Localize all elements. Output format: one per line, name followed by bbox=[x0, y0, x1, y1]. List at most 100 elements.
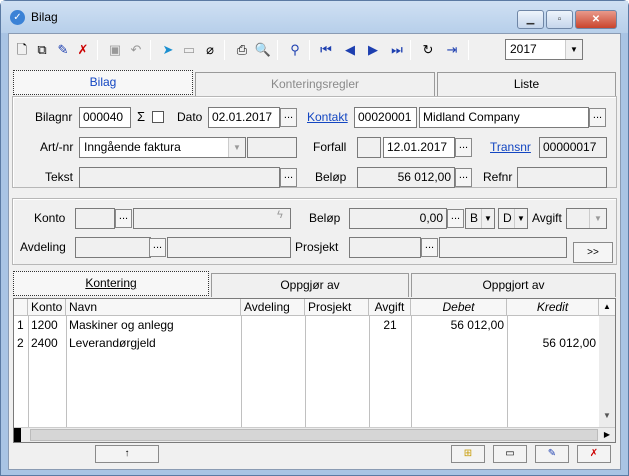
scroll-up-icon[interactable]: ▲ bbox=[599, 299, 615, 316]
col-konto[interactable]: Konto bbox=[28, 299, 66, 316]
scroll-left-icon[interactable] bbox=[14, 428, 21, 442]
d-select[interactable]: D ▼ bbox=[498, 208, 528, 229]
delete-row-icon[interactable]: ✗ bbox=[577, 445, 611, 463]
chevron-down-icon: ▼ bbox=[514, 209, 527, 228]
debet-cell bbox=[411, 335, 507, 352]
avdeling-lookup-button[interactable]: ... bbox=[149, 238, 166, 257]
belop-label: Beløp bbox=[315, 170, 347, 184]
edit-document-icon[interactable]: ✎ bbox=[53, 40, 73, 60]
transnr-link[interactable]: Transnr bbox=[490, 140, 531, 154]
tab-konteringsregler[interactable]: Konteringsregler bbox=[195, 72, 435, 96]
avgift-select[interactable]: ▼ bbox=[566, 208, 607, 229]
first-record-icon[interactable]: ⏮ bbox=[316, 40, 336, 60]
forfall-days-field bbox=[357, 137, 381, 158]
posting-belop-label: Beløp bbox=[309, 211, 341, 225]
exit-icon[interactable]: ⇥ bbox=[442, 40, 462, 60]
kontakt-id-field[interactable]: 00020001 bbox=[354, 107, 417, 128]
new-document-icon[interactable]: 🗋 bbox=[12, 40, 32, 60]
konto-cell: 1200 bbox=[31, 318, 58, 332]
save-icon[interactable]: ▣ bbox=[105, 40, 125, 60]
move-up-button[interactable]: ↑ bbox=[95, 445, 159, 463]
more-button[interactable]: >> bbox=[573, 242, 613, 263]
title-bar: ✓ Bilag ▁ ▫ ✕ bbox=[1, 1, 628, 33]
col-avdeling[interactable]: Avdeling bbox=[241, 299, 305, 316]
konto-lookup-button[interactable]: ... bbox=[115, 209, 132, 228]
tab-oppgjor-av[interactable]: Oppgjør av bbox=[211, 273, 409, 297]
kontakt-name-field[interactable]: Midland Company bbox=[419, 107, 589, 128]
posting-belop-field[interactable]: 0,00 bbox=[349, 208, 447, 229]
col-debet[interactable]: Debet bbox=[411, 299, 507, 316]
row-number: 2 bbox=[17, 336, 24, 350]
artnr-extra-field bbox=[247, 137, 297, 158]
chevron-down-icon: ▼ bbox=[589, 209, 606, 228]
tab-kontering[interactable]: Kontering bbox=[13, 271, 209, 296]
belop-calc-button[interactable]: ... bbox=[455, 168, 472, 187]
col-kredit[interactable]: Kredit bbox=[507, 299, 599, 316]
avdeling-field[interactable] bbox=[75, 237, 151, 258]
sum-checkbox[interactable] bbox=[152, 111, 164, 123]
year-value: 2017 bbox=[510, 42, 537, 56]
artnr-select[interactable]: Inngående faktura ▼ bbox=[79, 137, 246, 158]
refresh-icon[interactable]: ↻ bbox=[418, 40, 438, 60]
maximize-button[interactable]: ▫ bbox=[546, 10, 573, 29]
insert-row-icon[interactable]: ▭ bbox=[493, 445, 527, 463]
open-folder-icon[interactable]: ▭ bbox=[179, 40, 199, 60]
prosjekt-lookup-button[interactable]: ... bbox=[421, 238, 438, 257]
tekst-lookup-button[interactable]: ... bbox=[280, 168, 297, 187]
prosjekt-field[interactable] bbox=[349, 237, 421, 258]
scroll-down-icon[interactable]: ▼ bbox=[599, 407, 615, 424]
d-value: D bbox=[503, 211, 512, 225]
b-select[interactable]: B ▼ bbox=[465, 208, 495, 229]
tab-oppgjort-av[interactable]: Oppgjort av bbox=[411, 273, 616, 297]
b-value: B bbox=[470, 211, 479, 225]
window-title: Bilag bbox=[31, 10, 58, 24]
previous-record-icon[interactable]: ◀ bbox=[340, 40, 360, 60]
avgift-cell: 21 bbox=[383, 318, 397, 332]
bilagnr-field[interactable]: 000040 bbox=[79, 107, 131, 128]
tab-bilag[interactable]: Bilag bbox=[13, 70, 193, 95]
refnr-label: Refnr bbox=[483, 170, 513, 184]
forfall-picker-button[interactable]: ... bbox=[455, 138, 472, 157]
refnr-field[interactable] bbox=[517, 167, 607, 188]
edit-row-icon[interactable]: ✎ bbox=[535, 445, 569, 463]
print-preview-icon[interactable]: 🔍 bbox=[253, 40, 273, 60]
add-row-icon[interactable]: ⊞ bbox=[451, 445, 485, 463]
chevron-down-icon: ▼ bbox=[565, 40, 582, 59]
prosjekt-label: Prosjekt bbox=[295, 240, 339, 254]
scroll-right-icon[interactable]: ▶ bbox=[600, 428, 614, 442]
import-icon[interactable]: ➤ bbox=[158, 40, 178, 60]
search-icon[interactable]: ⚲ bbox=[285, 40, 305, 60]
artnr-value: Inngående faktura bbox=[84, 140, 181, 154]
attachment-icon[interactable]: ⌀ bbox=[200, 40, 220, 60]
scroll-thumb[interactable] bbox=[30, 429, 598, 441]
posting-belop-button[interactable]: ... bbox=[447, 209, 464, 228]
chevron-down-icon: ▼ bbox=[481, 209, 494, 228]
konto-field[interactable] bbox=[75, 208, 115, 229]
delete-document-icon[interactable]: ✗ bbox=[73, 40, 93, 60]
last-record-icon[interactable]: ⏭ bbox=[387, 40, 407, 60]
client-area: 🗋 ⧉ ✎ ✗ ▣ ↶ ➤ ▭ ⌀ ⎙ 🔍 ⚲ ⏮ ◀ ▶ ⏭ ↻ ⇥ 2017… bbox=[8, 33, 621, 470]
tekst-field[interactable] bbox=[79, 167, 280, 188]
col-avgift[interactable]: Avgift bbox=[369, 299, 411, 316]
col-navn[interactable]: Navn bbox=[66, 299, 241, 316]
transnr-field: 00000017 bbox=[539, 137, 607, 158]
minimize-button[interactable]: ▁ bbox=[517, 10, 544, 29]
forfall-field[interactable]: 12.01.2017 bbox=[383, 137, 455, 158]
avdeling-label: Avdeling bbox=[20, 240, 66, 254]
undo-icon[interactable]: ↶ bbox=[126, 40, 146, 60]
kontakt-lookup-button[interactable]: ... bbox=[589, 108, 606, 127]
tekst-label: Tekst bbox=[45, 170, 74, 184]
kontakt-link[interactable]: Kontakt bbox=[307, 110, 348, 124]
print-icon[interactable]: ⎙ bbox=[232, 40, 252, 60]
next-record-icon[interactable]: ▶ bbox=[363, 40, 383, 60]
navn-cell: Maskiner og anlegg bbox=[69, 318, 174, 332]
dato-field[interactable]: 02.01.2017 bbox=[208, 107, 280, 128]
copy-document-icon[interactable]: ⧉ bbox=[32, 40, 52, 60]
artnr-label: Art/-nr bbox=[40, 140, 74, 154]
close-button[interactable]: ✕ bbox=[575, 10, 617, 29]
dato-picker-button[interactable]: ... bbox=[280, 108, 297, 127]
horizontal-scrollbar[interactable]: ▶ bbox=[14, 427, 615, 442]
col-prosjekt[interactable]: Prosjekt bbox=[305, 299, 369, 316]
year-select[interactable]: 2017 ▼ bbox=[505, 39, 583, 60]
tab-liste[interactable]: Liste bbox=[437, 72, 616, 96]
